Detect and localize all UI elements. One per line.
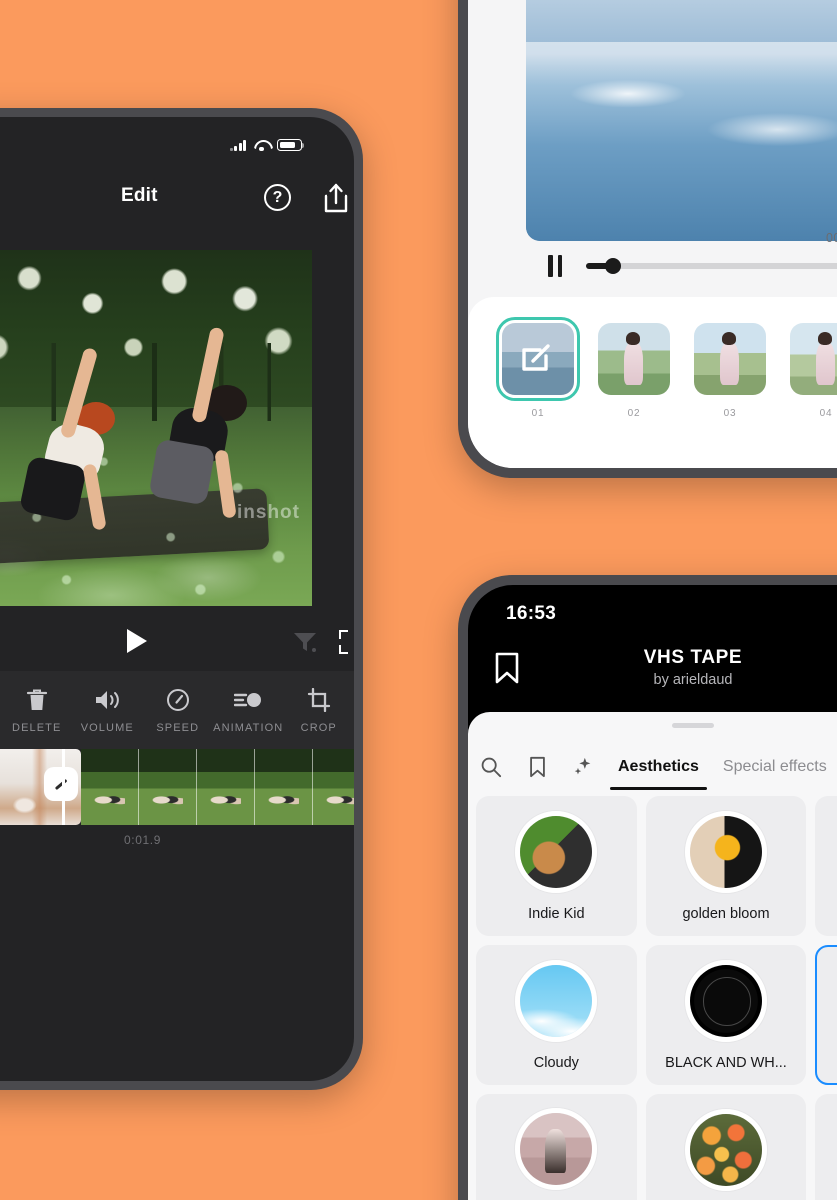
wifi-icon <box>254 140 269 152</box>
filter-card-indie-kid[interactable]: Indie Kid <box>476 796 637 936</box>
filter-thumbnail <box>684 959 767 1042</box>
bottom-right-phone-device: 16:53 VHS TAPE by arieldaud Aesthetics S… <box>458 575 837 1200</box>
clip-thumbnail-01[interactable]: 01 <box>496 317 580 419</box>
yoga-person-left <box>19 346 148 556</box>
speedometer-icon <box>166 687 190 713</box>
search-icon[interactable] <box>468 756 514 778</box>
filter-grid: Indie Kid golden bloom D E L I C A Cloud… <box>474 796 837 1200</box>
tool-crop[interactable]: CROP <box>284 687 355 734</box>
trim-handle-icon[interactable] <box>44 767 78 801</box>
play-icon[interactable] <box>127 629 147 653</box>
trash-icon <box>26 687 48 713</box>
filter-name: BLACK AND WH... <box>665 1054 787 1071</box>
filter-thumbnail <box>684 810 767 893</box>
battery-icon <box>277 139 305 151</box>
bottom-right-phone-screen: 16:53 VHS TAPE by arieldaud Aesthetics S… <box>468 585 837 1200</box>
tool-speed[interactable]: SPEED <box>143 687 214 734</box>
filter-icon[interactable] <box>293 631 317 653</box>
filter-card-vhs-tape[interactable]: VHS TAPE <box>815 945 837 1085</box>
editor-toolbar: SPLIT DELETE VOLUME SPEED <box>0 671 354 749</box>
filmora-player-controls: 00:01 | 00:15 <box>526 231 837 289</box>
filter-card-za[interactable]: za <box>645 1094 807 1200</box>
tab-special-effects[interactable]: Special effects <box>711 744 837 790</box>
filter-card-black-and-white[interactable]: BLACK AND WH... <box>645 945 807 1085</box>
tool-label: DELETE <box>12 721 62 734</box>
status-clock: 16:53 <box>506 603 557 624</box>
tool-label: SPEED <box>156 721 200 734</box>
edit-square-icon[interactable] <box>520 341 554 375</box>
tab-aesthetics[interactable]: Aesthetics <box>606 744 711 790</box>
left-status-bar <box>229 139 305 152</box>
clip-tray: 01 02 03 04 05 <box>468 297 837 468</box>
seek-knob[interactable] <box>605 258 622 274</box>
clip-caption: 04 <box>819 408 833 419</box>
help-button[interactable]: ? <box>264 184 291 211</box>
page-title: Edit <box>121 185 158 206</box>
top-right-phone-device: Wondershare Filmora 00:01 | 00:15 <box>458 0 837 478</box>
filter-toolbar: Aesthetics Special effects <box>468 744 837 790</box>
br-header: VHS TAPE by arieldaud <box>468 647 837 709</box>
animation-icon <box>234 687 262 713</box>
timeline-track[interactable] <box>0 749 354 825</box>
tool-animation[interactable]: ANIMATION <box>213 687 284 734</box>
filter-name: Indie Kid <box>528 905 585 922</box>
filter-title: VHS TAPE <box>643 647 743 668</box>
share-icon[interactable] <box>322 183 350 213</box>
clip-thumbnail-04[interactable]: 04 <box>790 323 837 419</box>
filter-thumbnail <box>684 1108 767 1191</box>
clip-caption: 01 <box>531 408 545 419</box>
br-status-bar: 16:53 <box>468 603 837 627</box>
tool-label: ANIMATION <box>213 721 284 734</box>
clip-caption: 03 <box>723 408 737 419</box>
sparkles-icon[interactable] <box>560 756 606 778</box>
volume-icon <box>94 687 120 713</box>
top-right-phone-screen: Wondershare Filmora 00:01 | 00:15 <box>468 0 837 468</box>
left-phone-screen: Edit ? inshot DELETE VOLUME SPEED ANIMAT… <box>0 117 354 1081</box>
filter-thumbnail <box>515 959 598 1042</box>
clip-thumbnail-list: 01 02 03 04 05 <box>496 317 837 419</box>
filter-sheet: Aesthetics Special effects Indie Kid gol… <box>468 712 837 1200</box>
clip-thumbnail-02[interactable]: 02 <box>598 323 670 419</box>
filter-author: by arieldaud <box>653 672 733 688</box>
filter-card-golden-bloom[interactable]: golden bloom <box>645 796 807 936</box>
tool-label: VOLUME <box>80 721 134 734</box>
signal-icon <box>229 139 246 151</box>
crop-icon <box>307 687 331 713</box>
filmora-video-preview[interactable]: Wondershare Filmora <box>526 0 837 241</box>
preview-watermark: inshot <box>237 502 300 523</box>
clip-caption: 02 <box>627 408 641 419</box>
video-preview[interactable]: inshot <box>0 250 312 606</box>
filter-card-kodak[interactable]: Kodak 🎞 <box>476 1094 637 1200</box>
left-phone-device: Edit ? inshot DELETE VOLUME SPEED ANIMAT… <box>0 108 363 1090</box>
tool-label: CROP <box>300 721 337 734</box>
seek-bar[interactable] <box>586 258 837 274</box>
water-reflection <box>526 42 837 241</box>
filter-thumbnail <box>515 1108 598 1190</box>
filter-card-delica[interactable]: D E L I C A <box>815 796 837 936</box>
sheet-grabber[interactable] <box>672 723 714 728</box>
filter-name: Cloudy <box>533 1054 579 1071</box>
filter-thumbnail <box>515 810 598 893</box>
tool-delete[interactable]: DELETE <box>2 687 73 734</box>
bookmark-outline-icon[interactable] <box>514 756 560 778</box>
timeline-clip-2[interactable] <box>81 749 354 825</box>
fullscreen-icon[interactable] <box>339 630 354 654</box>
clip-thumbnail-03[interactable]: 03 <box>694 323 766 419</box>
timeline-playhead[interactable] <box>62 749 65 825</box>
left-navbar: Edit ? <box>0 179 354 221</box>
filter-card-cloudy[interactable]: Cloudy <box>476 945 637 1085</box>
player-time-label: 00:01 | 00:15 <box>826 231 837 245</box>
filter-card-sin-city[interactable]: Sin city <box>815 1094 837 1200</box>
left-player-controls <box>0 617 354 671</box>
filter-title-block: VHS TAPE by arieldaud <box>468 647 837 688</box>
filter-name: golden bloom <box>682 905 770 922</box>
timeline-current-time: 0:01.9 <box>124 833 161 847</box>
tool-volume[interactable]: VOLUME <box>72 687 143 734</box>
pause-icon[interactable] <box>548 255 564 277</box>
